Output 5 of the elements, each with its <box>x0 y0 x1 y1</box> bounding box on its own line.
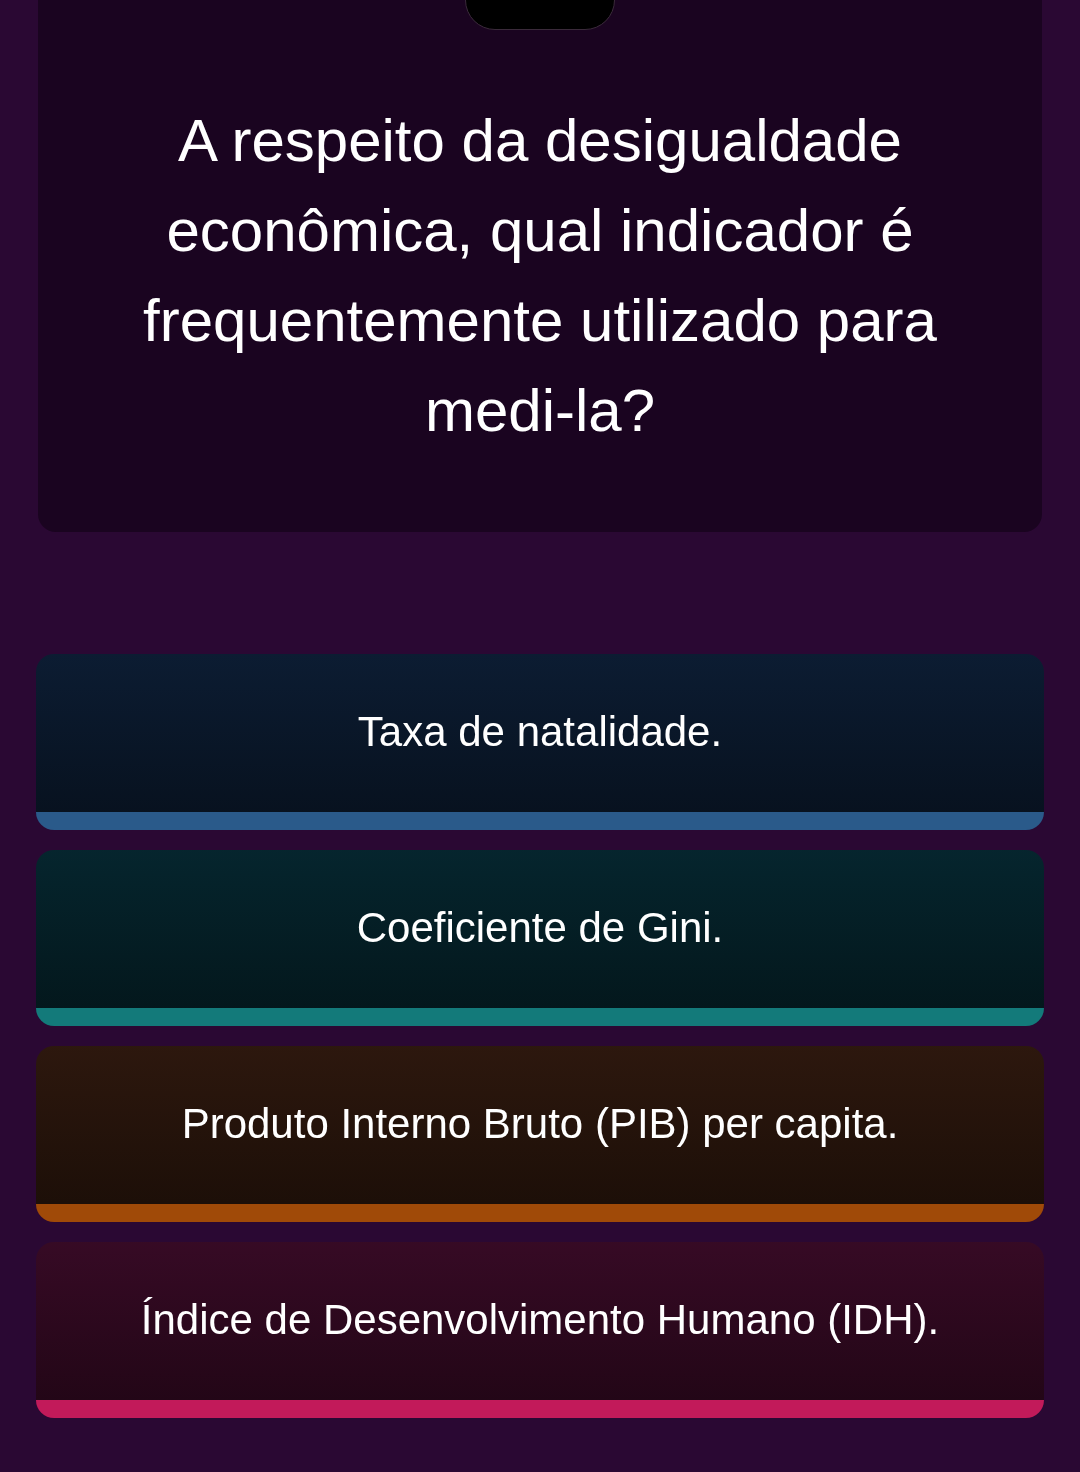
answer-option[interactable]: Taxa de natalidade. <box>36 654 1044 830</box>
answer-option[interactable]: Coeficiente de Gini. <box>36 850 1044 1026</box>
answer-option[interactable]: Índice de Desenvolvimento Humano (IDH). <box>36 1242 1044 1418</box>
question-text: A respeito da desigualdade econômica, qual indicador é frequentemente utilizado para medi-la? <box>142 106 938 446</box>
answer-option[interactable]: Produto Interno Bruto (PIB) per capita. <box>36 1046 1044 1222</box>
